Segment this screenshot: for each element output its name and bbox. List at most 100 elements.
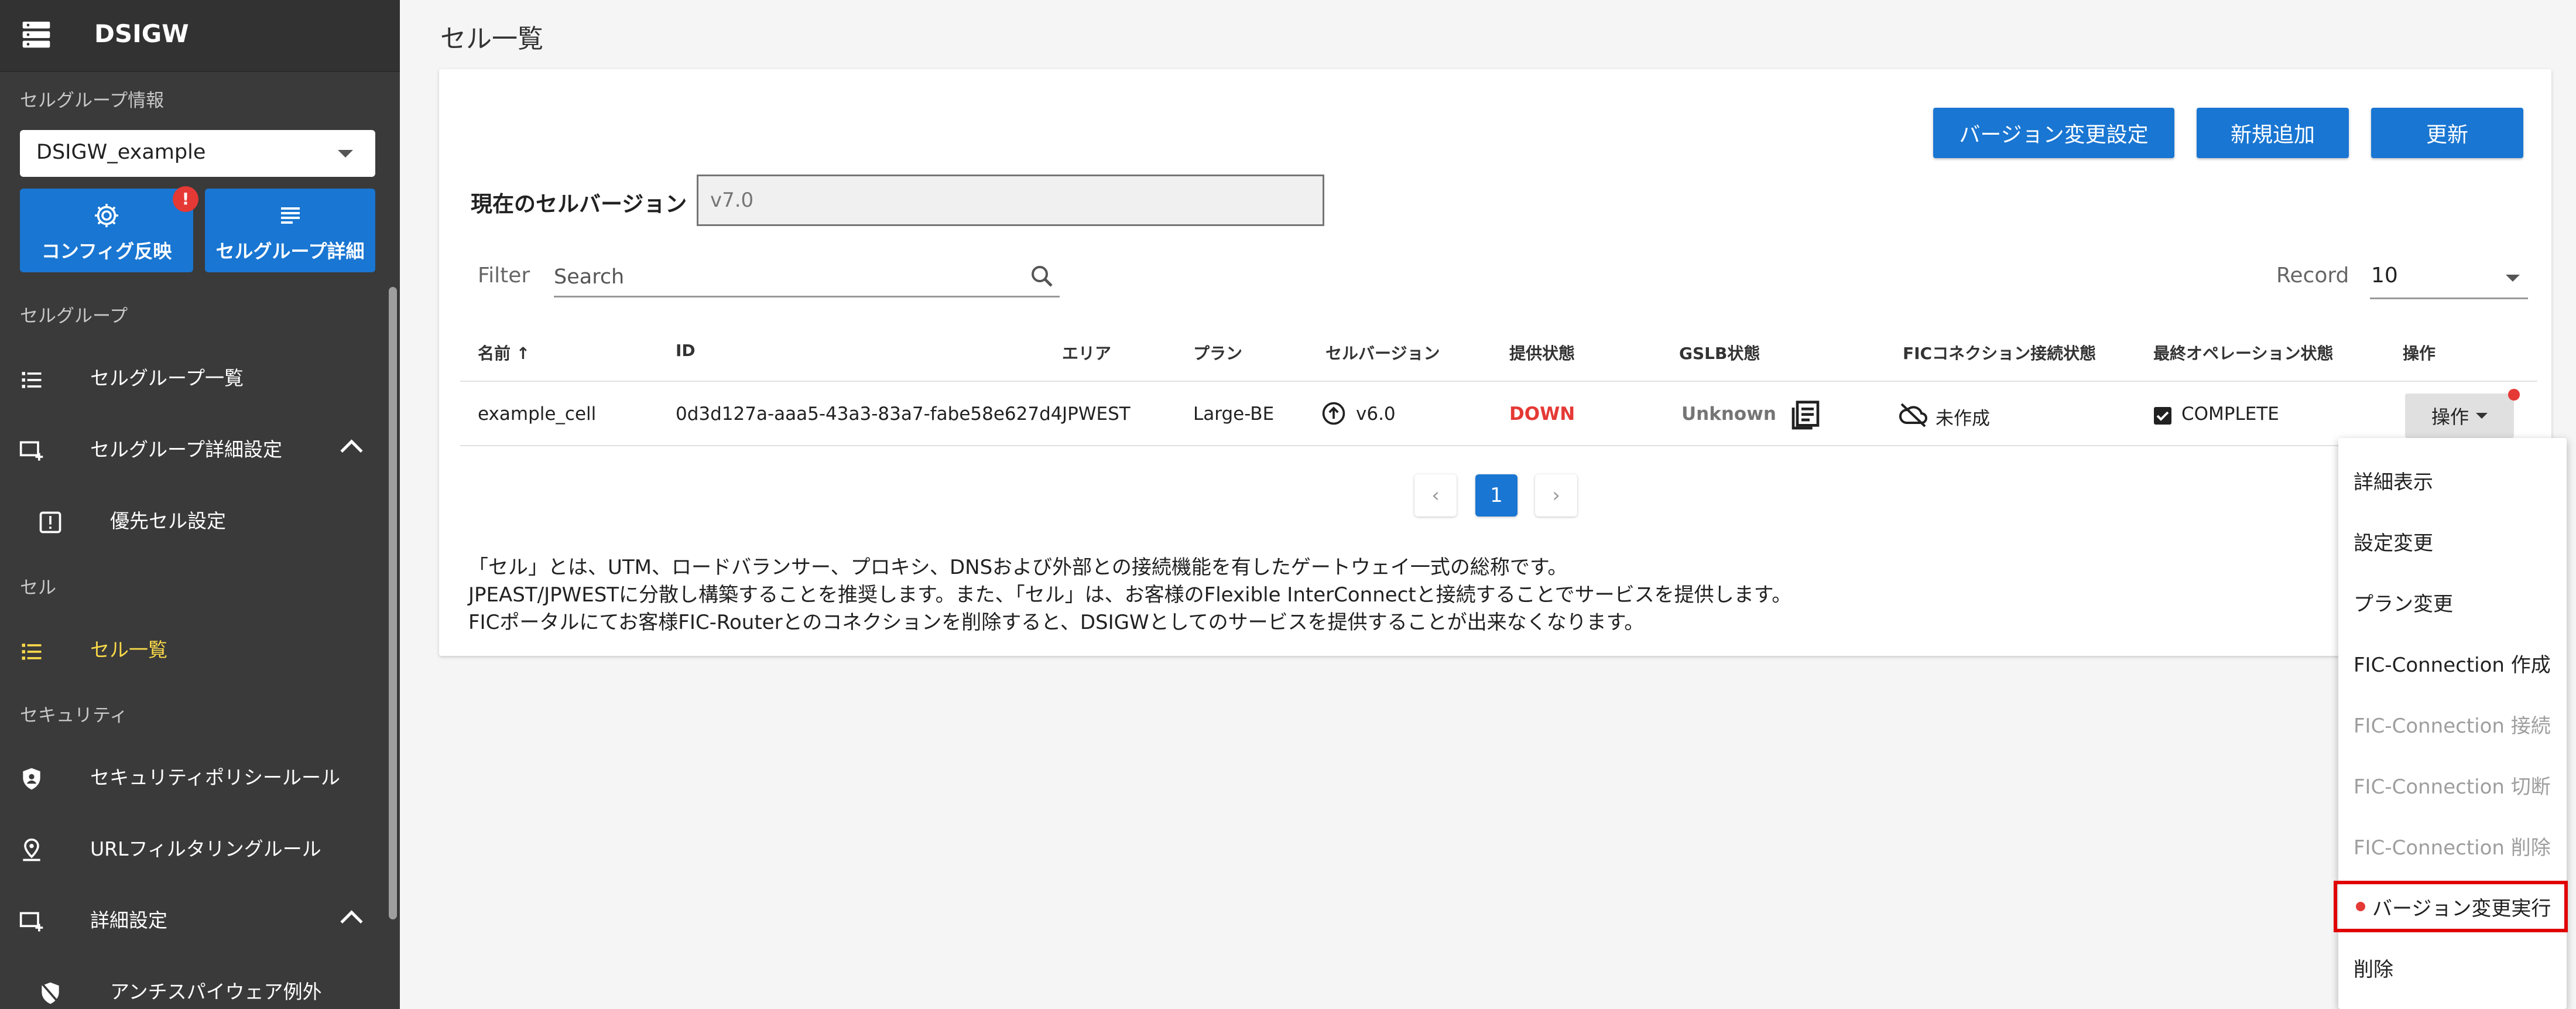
- version-change-setting-button[interactable]: バージョン変更設定: [1933, 108, 2174, 158]
- dropdown-arrow-icon: [2506, 275, 2520, 282]
- group-info-label: セルグループ情報: [20, 90, 165, 111]
- table-header-divider: [460, 381, 2537, 382]
- highlight-box: [2334, 881, 2568, 932]
- location-icon: [23, 838, 40, 861]
- cell-description: 「セル」とは、UTM、ロードバランサー、プロキシ、DNSおよび外部との接続機能を…: [468, 554, 1791, 637]
- description-line: FICポータルにてお客様FIC-Routerとのコネクションを削除すると、DSI…: [468, 611, 1645, 634]
- log-list-icon[interactable]: [1789, 399, 1822, 432]
- pagination-page-1[interactable]: 1: [1475, 474, 1517, 517]
- section-security: セキュリティ: [20, 705, 128, 726]
- add-new-button[interactable]: 新規追加: [2197, 108, 2349, 158]
- cell-group-select[interactable]: DSIGW_example: [20, 130, 375, 177]
- sidebar-item-label: セルグループ詳細設定: [90, 438, 283, 461]
- search-input[interactable]: [554, 258, 1060, 297]
- sidebar-item-cell-list[interactable]: セル一覧: [0, 621, 386, 679]
- cell-group-detail-button[interactable]: セルグループ詳細: [205, 189, 375, 272]
- column-header-name[interactable]: 名前 ↑: [478, 341, 530, 364]
- config-apply-label: コンフィグ反映: [41, 240, 172, 262]
- menu-item-fic-connection-create[interactable]: FIC-Connection 作成: [2354, 649, 2551, 678]
- filter-label: Filter: [478, 264, 530, 288]
- cell-area: JPWEST: [1062, 403, 1131, 425]
- gear-icon: [95, 204, 118, 227]
- refresh-button[interactable]: 更新: [2371, 108, 2523, 158]
- cell-group-select-value: DSIGW_example: [36, 141, 206, 164]
- record-label: Record: [2276, 264, 2349, 288]
- cell-id: 0d3d127a-aaa5-43a3-83a7-fabe58e627d4: [676, 403, 1063, 425]
- table-row-divider: [460, 445, 2537, 446]
- sidebar-item-cell-group-detail-settings[interactable]: セルグループ詳細設定: [0, 420, 386, 479]
- menu-item-change-plan[interactable]: プラン変更: [2354, 588, 2453, 617]
- cell-version: v6.0: [1356, 403, 1396, 425]
- dropdown-arrow-icon: [338, 150, 353, 158]
- column-header-status: 提供状態: [1509, 344, 1575, 363]
- column-header-plan: プラン: [1193, 344, 1243, 363]
- search-icon[interactable]: [1028, 262, 1056, 290]
- column-header-gslb: GSLB状態: [1679, 344, 1760, 363]
- column-header-operation: 操作: [2403, 344, 2436, 363]
- sidebar-item-label: セル一覧: [90, 638, 167, 661]
- cell-plan: Large-BE: [1193, 403, 1275, 425]
- sidebar-item-label: URLフィルタリングルール: [90, 837, 321, 860]
- sidebar-item-security-policy[interactable]: セキュリティポリシールール: [0, 748, 386, 807]
- chevron-up-icon: [340, 439, 363, 462]
- config-apply-button[interactable]: コンフィグ反映: [20, 189, 193, 272]
- priority-icon: [39, 511, 61, 533]
- cell-group-detail-label: セルグループ詳細: [215, 240, 365, 262]
- sidebar-item-priority-cell[interactable]: 優先セル設定: [0, 492, 386, 550]
- page-title: セル一覧: [440, 24, 543, 54]
- sidebar-item-cell-group-list[interactable]: セルグループ一覧: [0, 349, 386, 408]
- notification-dot: [2508, 389, 2520, 401]
- sidebar-item-label: セルグループ一覧: [90, 367, 244, 389]
- sidebar: DSIGW セルグループ情報 DSIGW_example コンフィグ反映 ! セ…: [0, 0, 400, 1009]
- column-header-cell-version: セルバージョン: [1325, 344, 1440, 363]
- menu-item-fic-connection-connect: FIC-Connection 接続: [2354, 714, 2551, 738]
- add-to-queue-icon: [19, 912, 43, 932]
- list-icon: [22, 644, 42, 660]
- sidebar-scrollbar[interactable]: [389, 287, 397, 919]
- sidebar-item-antispyware-exception[interactable]: アンチスパイウェア例外: [0, 963, 386, 1009]
- menu-item-edit-settings[interactable]: 設定変更: [2354, 527, 2433, 556]
- menu-item-fic-connection-delete: FIC-Connection 削除: [2354, 836, 2551, 860]
- record-select-value: 10: [2371, 264, 2398, 288]
- column-header-last-operation: 最終オペレーション状態: [2153, 344, 2334, 363]
- sidebar-header: DSIGW: [0, 0, 400, 72]
- description-line: JPEAST/JPWESTに分散し構築することを推奨します。また、「セル」は、お…: [468, 583, 1792, 607]
- sidebar-item-url-filtering[interactable]: URLフィルタリングルール: [0, 820, 386, 878]
- shield-slash-icon: [42, 982, 59, 1004]
- menu-item-delete[interactable]: 削除: [2354, 953, 2393, 982]
- operation-button-label: 操作: [2431, 406, 2469, 428]
- operation-menu-button[interactable]: 操作: [2405, 394, 2514, 438]
- list-icon: [22, 372, 42, 388]
- notes-icon: [280, 207, 300, 224]
- status-badge: DOWN: [1509, 403, 1575, 425]
- shield-person-icon: [23, 768, 40, 790]
- sidebar-item-advanced-settings[interactable]: 詳細設定: [0, 891, 386, 950]
- sidebar-item-label: 優先セル設定: [110, 509, 226, 532]
- last-operation-status: COMPLETE: [2181, 403, 2279, 425]
- caret-down-icon: [2476, 413, 2488, 419]
- server-icon: [22, 22, 50, 48]
- sidebar-item-label: 詳細設定: [90, 909, 167, 932]
- pagination-prev-button[interactable]: ‹: [1414, 474, 1457, 517]
- checkbox-checked-icon: [2154, 407, 2171, 425]
- cloud-off-icon: [1899, 403, 1927, 427]
- section-cell: セル: [20, 577, 56, 598]
- gslb-status: Unknown: [1681, 403, 1776, 425]
- app-title: DSIGW: [94, 19, 189, 48]
- pagination-next-button[interactable]: ›: [1535, 474, 1577, 517]
- upgrade-icon: [1322, 402, 1345, 425]
- column-header-fic-connection: FICコネクション接続状態: [1903, 344, 2097, 363]
- cell-name: example_cell: [478, 403, 597, 425]
- add-to-queue-icon: [19, 441, 43, 461]
- sidebar-item-label: セキュリティポリシールール: [90, 766, 341, 789]
- sidebar-item-label: アンチスパイウェア例外: [110, 980, 322, 1003]
- chevron-up-icon: [340, 910, 363, 933]
- description-line: 「セル」とは、UTM、ロードバランサー、プロキシ、DNSおよび外部との接続機能を…: [468, 556, 1568, 579]
- current-version-field: v7.0: [697, 175, 1324, 226]
- config-alert-badge: !: [173, 186, 198, 212]
- menu-item-fic-connection-disconnect: FIC-Connection 切断: [2354, 775, 2551, 799]
- menu-item-detail[interactable]: 詳細表示: [2354, 466, 2433, 495]
- fic-connection-status: 未作成: [1936, 408, 1990, 429]
- column-header-id: ID: [676, 341, 696, 360]
- section-cell-group: セルグループ: [20, 306, 128, 327]
